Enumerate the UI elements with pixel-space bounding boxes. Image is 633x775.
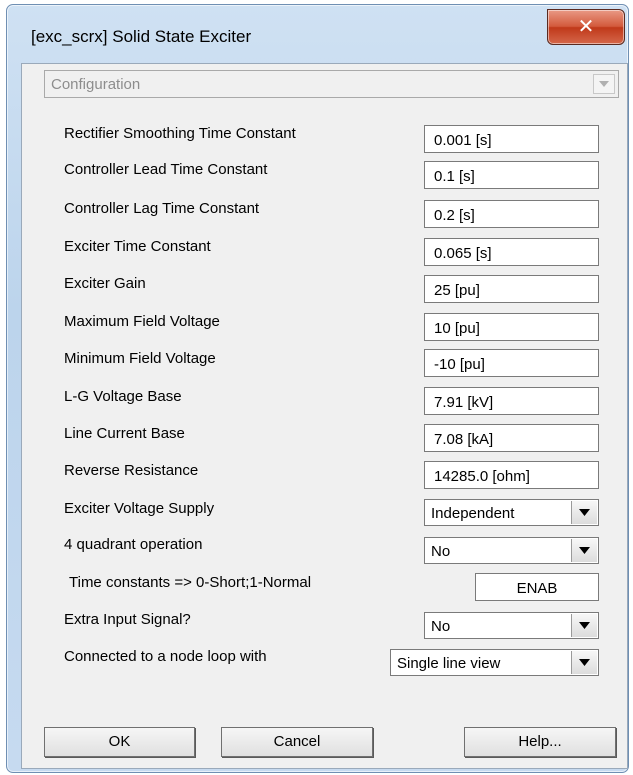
node-loop-select[interactable]: Single line view bbox=[390, 649, 599, 676]
extra-input-signal-label: Extra Input Signal? bbox=[64, 611, 191, 628]
window-title: [exc_scrx] Solid State Exciter bbox=[31, 27, 252, 46]
close-button[interactable]: ✕ bbox=[547, 9, 625, 45]
exciter-voltage-supply-value: Independent bbox=[431, 505, 515, 522]
param-input-exciter-gain[interactable]: 25 [pu] bbox=[424, 275, 599, 303]
cancel-button[interactable]: Cancel bbox=[221, 727, 373, 757]
param-input-line-current-base[interactable]: 7.08 [kA] bbox=[424, 424, 599, 452]
configuration-dropdown[interactable]: Configuration bbox=[44, 70, 619, 98]
four-quadrant-select[interactable]: No bbox=[424, 537, 599, 564]
exciter-voltage-supply-label: Exciter Voltage Supply bbox=[64, 500, 215, 517]
time-constants-label: Time constants => 0-Short;1-Normal bbox=[69, 574, 312, 591]
param-label-min-field-voltage: Minimum Field Voltage bbox=[64, 350, 216, 367]
time-constants-input[interactable]: ENAB bbox=[475, 573, 599, 601]
param-input-min-field-voltage[interactable]: -10 [pu] bbox=[424, 349, 599, 377]
param-input-exciter-time-constant[interactable]: 0.065 [s] bbox=[424, 238, 599, 266]
param-input-controller-lead[interactable]: 0.1 [s] bbox=[424, 161, 599, 189]
four-quadrant-label: 4 quadrant operation bbox=[64, 536, 203, 553]
param-label-exciter-time-constant: Exciter Time Constant bbox=[64, 238, 211, 255]
dialog-client-area: Configuration Rectifier Smoothing Time C… bbox=[21, 63, 628, 769]
param-input-max-field-voltage[interactable]: 10 [pu] bbox=[424, 313, 599, 341]
extra-input-signal-select[interactable]: No bbox=[424, 612, 599, 639]
chevron-down-icon bbox=[599, 81, 609, 87]
dialog-window: [exc_scrx] Solid State Exciter ✕ Configu… bbox=[6, 4, 629, 773]
four-quadrant-value: No bbox=[431, 543, 451, 560]
param-label-controller-lead: Controller Lead Time Constant bbox=[64, 161, 268, 178]
exciter-voltage-supply-dropdown-button[interactable] bbox=[571, 501, 597, 524]
param-input-controller-lag[interactable]: 0.2 [s] bbox=[424, 200, 599, 228]
param-input-rectifier-smoothing[interactable]: 0.001 [s] bbox=[424, 125, 599, 153]
chevron-down-icon bbox=[579, 659, 590, 666]
node-loop-dropdown-button[interactable] bbox=[571, 651, 597, 674]
param-label-lg-voltage-base: L-G Voltage Base bbox=[64, 388, 182, 405]
four-quadrant-dropdown-button[interactable] bbox=[571, 539, 597, 562]
param-input-lg-voltage-base[interactable]: 7.91 [kV] bbox=[424, 387, 599, 415]
param-label-line-current-base: Line Current Base bbox=[64, 425, 185, 442]
extra-input-signal-value: No bbox=[431, 618, 451, 635]
param-input-reverse-resistance[interactable]: 14285.0 [ohm] bbox=[424, 461, 599, 489]
configuration-label: Configuration bbox=[51, 76, 141, 93]
chevron-down-icon bbox=[579, 622, 590, 629]
param-label-controller-lag: Controller Lag Time Constant bbox=[64, 200, 260, 217]
param-label-reverse-resistance: Reverse Resistance bbox=[64, 462, 199, 479]
param-label-exciter-gain: Exciter Gain bbox=[64, 275, 146, 292]
close-icon: ✕ bbox=[577, 14, 595, 38]
ok-button[interactable]: OK bbox=[44, 727, 195, 757]
node-loop-label: Connected to a node loop with bbox=[64, 648, 267, 665]
help-button[interactable]: Help... bbox=[464, 727, 616, 757]
chevron-down-icon bbox=[579, 509, 590, 516]
exciter-voltage-supply-select[interactable]: Independent bbox=[424, 499, 599, 526]
extra-input-signal-dropdown-button[interactable] bbox=[571, 614, 597, 637]
param-label-max-field-voltage: Maximum Field Voltage bbox=[64, 313, 220, 330]
configuration-dropdown-button[interactable] bbox=[593, 74, 615, 94]
param-label-rectifier-smoothing: Rectifier Smoothing Time Constant bbox=[64, 125, 296, 142]
node-loop-value: Single line view bbox=[397, 655, 501, 672]
chevron-down-icon bbox=[579, 547, 590, 554]
